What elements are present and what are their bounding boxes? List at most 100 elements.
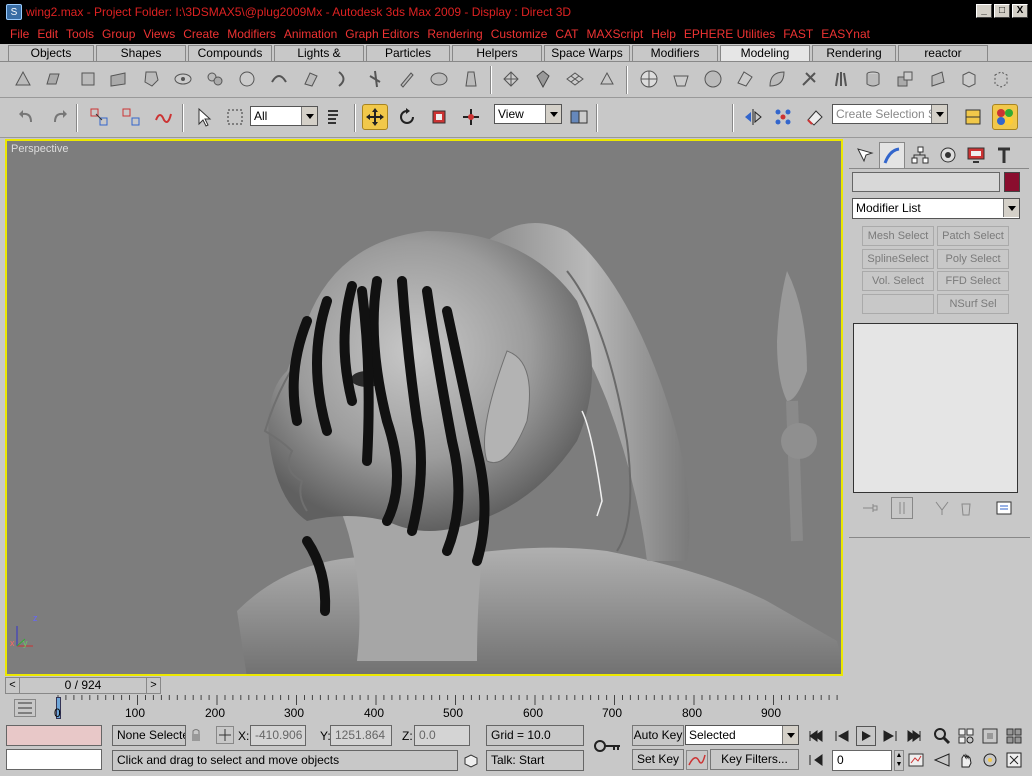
select-rotate-icon[interactable] — [394, 104, 420, 130]
hair-tool-icon[interactable] — [828, 66, 854, 92]
key-mode-dropdown[interactable]: Selected — [685, 725, 799, 745]
menu-animation[interactable]: Animation — [282, 27, 343, 41]
vol-select-button[interactable]: Vol. Select — [862, 271, 934, 291]
minimize-button[interactable]: _ — [976, 4, 992, 18]
menu-graph-editors[interactable]: Graph Editors — [343, 27, 425, 41]
menu-edit[interactable]: Edit — [35, 27, 64, 41]
menu-maxscript[interactable]: MAXScript — [585, 27, 650, 41]
cylinder-tool-icon[interactable] — [860, 66, 886, 92]
hand-tool-icon[interactable] — [924, 66, 950, 92]
go-to-end-icon[interactable] — [904, 726, 924, 746]
leaf-tool-icon[interactable] — [764, 66, 790, 92]
y-coordinate-field[interactable]: 1251.864 — [330, 725, 392, 746]
object-color-swatch[interactable] — [1004, 172, 1020, 192]
link-icon[interactable] — [86, 104, 112, 130]
maxscript-listener-field[interactable] — [6, 725, 102, 746]
empty-modifier-button[interactable] — [862, 294, 934, 314]
menu-cat[interactable]: CAT — [553, 27, 584, 41]
restore-button[interactable]: □ — [994, 4, 1010, 18]
menu-modifiers[interactable]: Modifiers — [225, 27, 282, 41]
redo-icon[interactable] — [46, 104, 72, 130]
show-end-result-icon[interactable] — [891, 497, 913, 519]
cube-tool-icon[interactable] — [956, 66, 982, 92]
rectangular-selection-icon[interactable] — [222, 104, 248, 130]
bind-spacewarp-icon[interactable] — [150, 104, 176, 130]
vase-tool-icon[interactable] — [458, 66, 484, 92]
menu-fast[interactable]: FAST — [781, 27, 819, 41]
auto-key-button[interactable]: Auto Key — [632, 725, 684, 746]
object-name-field[interactable] — [852, 172, 1000, 192]
create-panel-icon[interactable] — [851, 142, 877, 168]
tab-reactor[interactable]: reactor — [898, 45, 988, 61]
set-key-mode-icon[interactable] — [594, 736, 622, 759]
go-to-start-icon[interactable] — [806, 726, 826, 746]
next-frame-icon[interactable] — [880, 726, 900, 746]
shard-tool-icon[interactable] — [732, 66, 758, 92]
chamfer-tool-icon[interactable] — [138, 66, 164, 92]
tab-particles[interactable]: Particles — [366, 45, 450, 61]
menu-views[interactable]: Views — [141, 27, 181, 41]
configure-modifier-sets-icon[interactable] — [995, 499, 1013, 520]
motion-panel-icon[interactable] — [935, 142, 961, 168]
cluster-tool-icon[interactable] — [202, 66, 228, 92]
current-frame-field[interactable]: 0 — [832, 750, 892, 771]
open-mini-curve-editor-icon[interactable] — [14, 699, 36, 717]
loft-tool-icon[interactable] — [266, 66, 292, 92]
scatter-tool-icon[interactable] — [796, 66, 822, 92]
poly-select-button[interactable]: Poly Select — [937, 249, 1009, 269]
modify-panel-icon[interactable] — [879, 142, 905, 168]
nsurf-sel-button[interactable]: NSurf Sel — [937, 294, 1009, 314]
patch-select-button[interactable]: Patch Select — [937, 226, 1009, 246]
zoom-icon[interactable] — [932, 726, 952, 746]
pivot-center-icon[interactable] — [566, 104, 592, 130]
dotcube-tool-icon[interactable] — [988, 66, 1014, 92]
eraser-icon[interactable] — [802, 104, 828, 130]
array-icon[interactable] — [770, 104, 796, 130]
tab-space-warps[interactable]: Space Warps — [544, 45, 630, 61]
extrude-tool-icon[interactable] — [40, 66, 66, 92]
lock-selection-icon[interactable] — [190, 728, 202, 745]
modifier-list-dropdown[interactable]: Modifier List — [852, 198, 1020, 219]
zoom-extents-all-icon[interactable] — [1004, 726, 1024, 746]
bridge-tool-icon[interactable] — [105, 66, 131, 92]
geosphere-tool-icon[interactable] — [700, 66, 726, 92]
select-move-icon[interactable] — [362, 104, 388, 130]
material-editor-icon[interactable] — [992, 104, 1018, 130]
time-slider-next[interactable]: > — [146, 678, 160, 693]
time-configuration-icon[interactable] — [906, 750, 926, 770]
tab-compounds[interactable]: Compounds — [188, 45, 272, 61]
frame-spinner[interactable]: ▲ ▼ — [894, 750, 904, 771]
orbit-icon[interactable] — [980, 750, 1000, 770]
previous-frame-icon[interactable] — [832, 726, 852, 746]
selection-filter-dropdown[interactable]: All — [250, 106, 318, 126]
mesh-tool-icon[interactable] — [10, 66, 36, 92]
remove-modifier-icon[interactable] — [957, 499, 975, 520]
make-unique-icon[interactable] — [933, 499, 951, 520]
tab-rendering[interactable]: Rendering — [812, 45, 896, 61]
zoom-extents-icon[interactable] — [980, 726, 1000, 746]
pan-view-icon[interactable] — [956, 750, 976, 770]
spline-select-button[interactable]: SplineSelect — [862, 249, 934, 269]
maxscript-input-field[interactable] — [6, 749, 102, 770]
zoom-all-icon[interactable] — [956, 726, 976, 746]
pin-stack-icon[interactable] — [861, 499, 879, 520]
tube-tool-icon[interactable] — [298, 66, 324, 92]
bevel-tool-icon[interactable] — [75, 66, 101, 92]
select-object-icon[interactable] — [190, 104, 216, 130]
wire-tool-icon[interactable] — [594, 66, 620, 92]
absolute-mode-icon[interactable] — [216, 726, 234, 744]
menu-tools[interactable]: Tools — [64, 27, 100, 41]
select-scale-icon[interactable] — [426, 104, 452, 130]
undo-icon[interactable] — [14, 104, 40, 130]
boxes-tool-icon[interactable] — [892, 66, 918, 92]
app-icon[interactable]: S — [6, 4, 22, 20]
maximize-viewport-icon[interactable] — [1004, 750, 1024, 770]
close-button[interactable]: X — [1012, 4, 1028, 18]
brush-tool-icon[interactable] — [394, 66, 420, 92]
tab-objects[interactable]: Objects — [8, 45, 94, 61]
set-key-button[interactable]: Set Key — [632, 749, 684, 770]
mirror-icon[interactable] — [740, 104, 766, 130]
select-by-name-icon[interactable] — [322, 104, 348, 130]
menu-create[interactable]: Create — [181, 27, 225, 41]
globe-tool-icon[interactable] — [636, 66, 662, 92]
